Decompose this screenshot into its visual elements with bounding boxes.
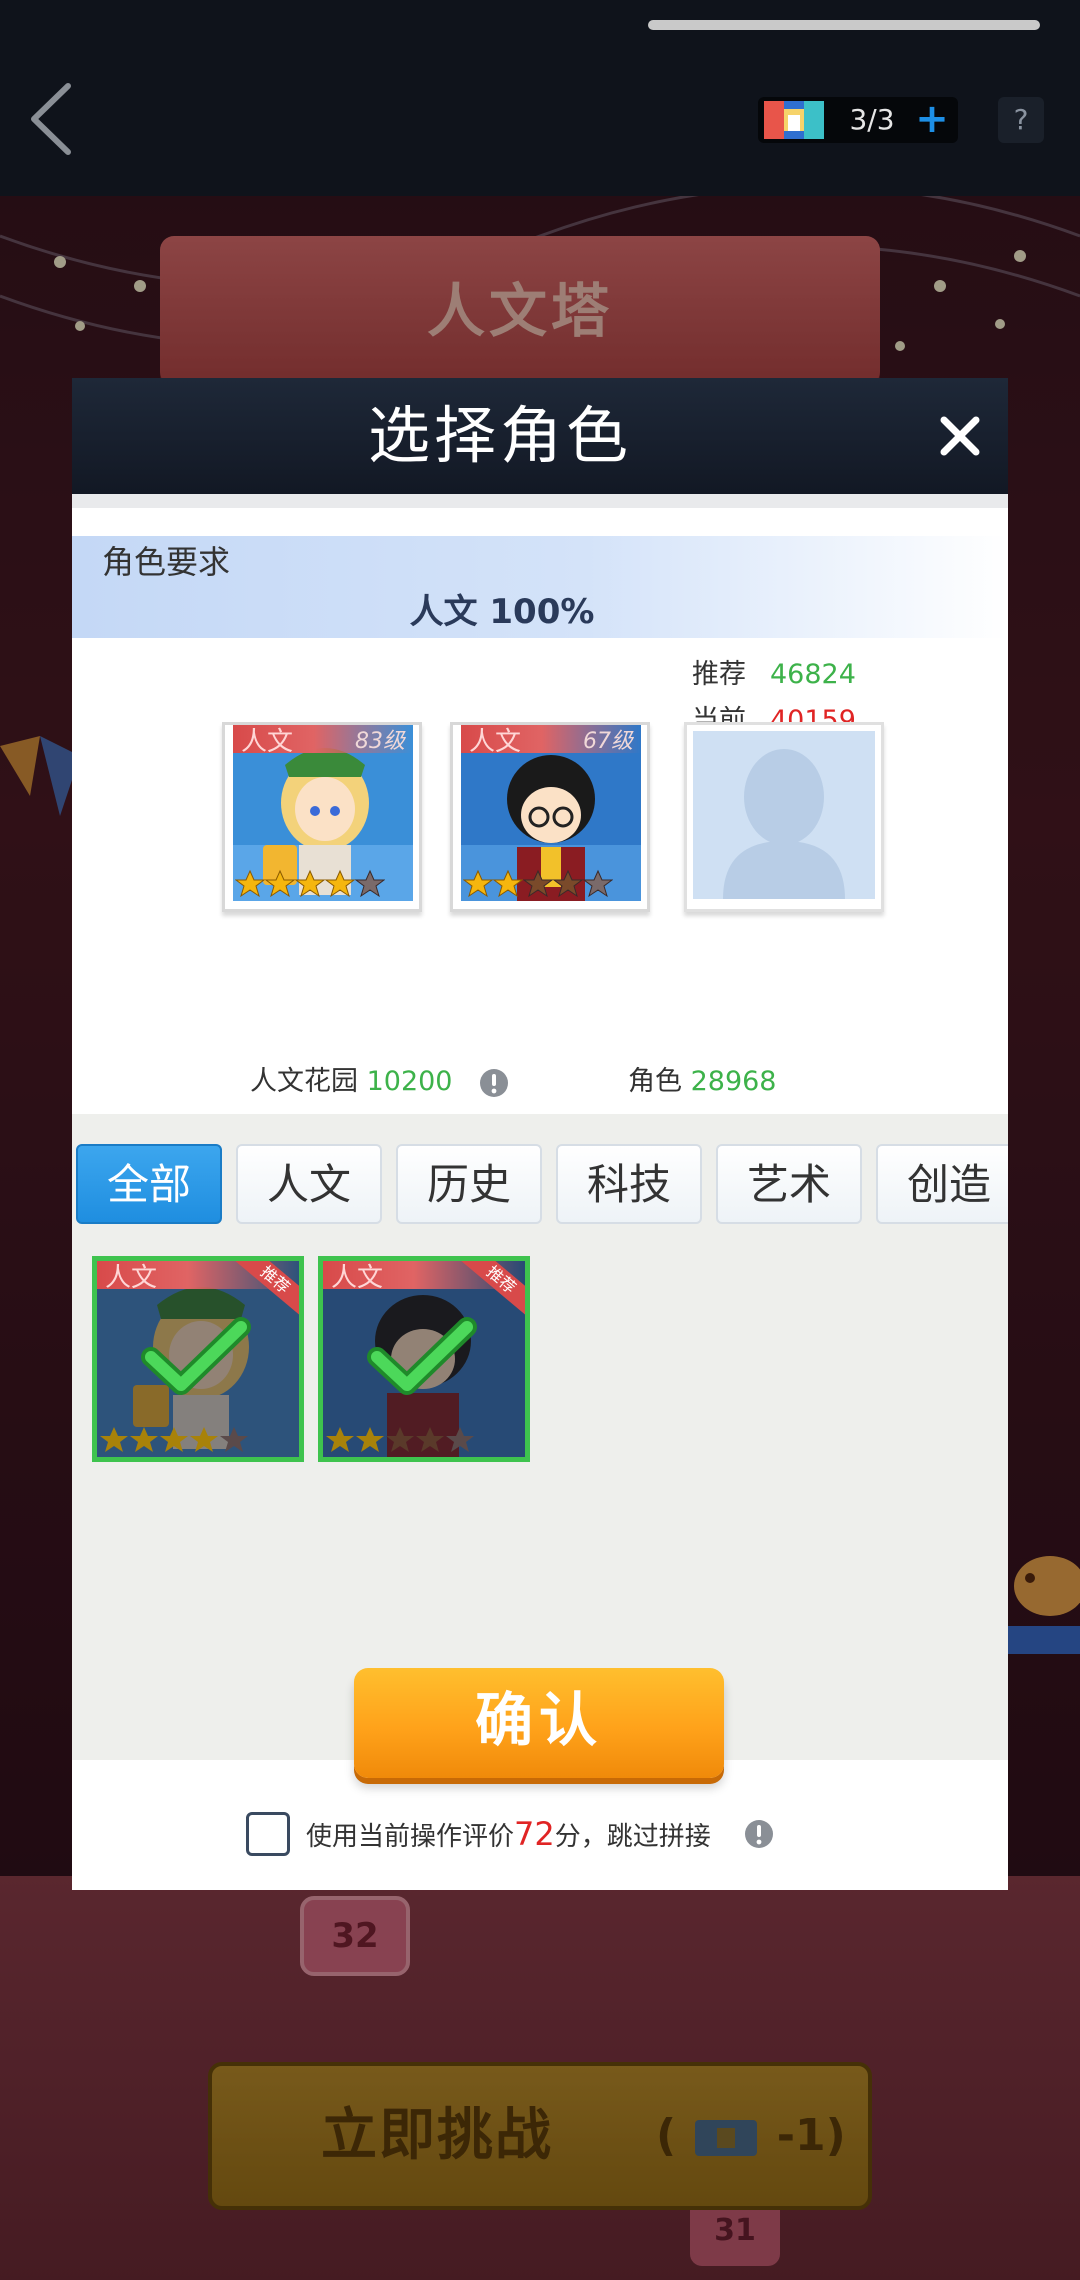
star-icon (356, 1427, 384, 1452)
star-rating (325, 1425, 475, 1455)
star-icon (130, 1427, 158, 1452)
pool-character-card-2[interactable]: 人文 推荐 (318, 1256, 530, 1462)
attribute-tag-text: 人文 (331, 1263, 384, 1293)
home-indicator (648, 20, 1040, 30)
garden-value: 10200 (366, 1066, 453, 1097)
confirm-button[interactable]: 确认 (354, 1668, 724, 1778)
role-label: 角色 (628, 1066, 682, 1097)
dialog-title: 选择角色 (367, 399, 632, 472)
tab-all[interactable]: 全部 (76, 1144, 222, 1224)
attribute-tag-text: 人文 (105, 1263, 158, 1293)
close-button[interactable] (924, 400, 996, 472)
checkmark-icon (367, 1317, 477, 1395)
star-icon (220, 1427, 248, 1452)
recommended-value: 46824 (770, 659, 856, 690)
close-icon (940, 416, 980, 456)
star-icon (235, 869, 265, 898)
character-level: 83级 (355, 729, 405, 754)
back-button[interactable] (12, 74, 102, 164)
checkmark-icon (141, 1317, 251, 1395)
attribute-tag-text: 人文 (469, 727, 522, 757)
empty-slot-background (693, 731, 875, 899)
selected-slot-1[interactable]: 人文 83级 (222, 722, 422, 912)
character-portrait: 人文 83级 (233, 725, 413, 901)
star-icon (583, 869, 613, 898)
help-button[interactable]: ? (998, 97, 1044, 143)
tab-art[interactable]: 艺术 (716, 1144, 862, 1224)
star-icon (416, 1427, 444, 1452)
attribute-tag: 人文 67级 (461, 725, 641, 757)
tab-creation[interactable]: 创造 (876, 1144, 1008, 1224)
ticket-icon (764, 101, 824, 139)
skip-suffix: 分，跳过拼接 (554, 1822, 711, 1852)
requirement-banner: 角色要求 人文 100% (72, 536, 1008, 638)
star-icon (326, 1427, 354, 1452)
divider (72, 494, 1008, 508)
add-ticket-button[interactable]: + (906, 97, 958, 143)
star-icon (295, 869, 325, 898)
requirement-value: 人文 100% (409, 592, 595, 632)
skip-assembly-option: 使用当前操作评价72分，跳过拼接 (246, 1810, 806, 1858)
star-rating (463, 869, 613, 899)
select-character-dialog: 选择角色 角色要求 人文 100% 推荐 46824 当前 40159 人文 8… (72, 378, 1008, 1890)
attribute-tag: 人文 83级 (233, 725, 413, 757)
star-icon (553, 869, 583, 898)
skip-prefix: 使用当前操作评价 (306, 1822, 515, 1852)
star-icon (523, 869, 553, 898)
star-icon (190, 1427, 218, 1452)
role-power: 角色 28968 (628, 1060, 777, 1104)
dialog-body: 角色要求 人文 100% 推荐 46824 当前 40159 人文 83级 人文… (72, 494, 1008, 1890)
star-icon (265, 869, 295, 898)
info-icon[interactable] (479, 1068, 509, 1098)
star-icon (100, 1427, 128, 1452)
character-level: 67级 (583, 729, 633, 754)
garden-label: 人文花园 (250, 1066, 358, 1097)
skip-text: 使用当前操作评价72分，跳过拼接 (306, 1810, 711, 1858)
top-bar: 3/3 + ? (0, 0, 1080, 196)
back-arrow-icon (31, 83, 71, 155)
garden-bonus: 人文花园 10200 (250, 1060, 509, 1104)
character-pool: 全部 人文 历史 科技 艺术 创造 人文 推荐 人文 推荐 (72, 1114, 1008, 1760)
skip-checkbox[interactable] (246, 1812, 290, 1856)
ticket-count: 3/3 (849, 103, 895, 136)
recommended-power: 推荐 46824 (692, 652, 912, 698)
tab-technology[interactable]: 科技 (556, 1144, 702, 1224)
dialog-header: 选择角色 (72, 378, 1008, 494)
star-icon (386, 1427, 414, 1452)
silhouette-icon (723, 749, 845, 899)
character-portrait: 人文 67级 (461, 725, 641, 901)
info-icon[interactable] (744, 1819, 774, 1849)
ticket-counter: 3/3 + (758, 97, 958, 143)
requirement-label: 角色要求 (102, 543, 231, 581)
role-value: 28968 (690, 1066, 777, 1097)
pool-character-card-1[interactable]: 人文 推荐 (92, 1256, 304, 1462)
tab-history[interactable]: 历史 (396, 1144, 542, 1224)
empty-slot-3[interactable] (684, 722, 884, 912)
skip-score: 72 (514, 1815, 555, 1853)
star-icon (160, 1427, 188, 1452)
star-rating (99, 1425, 249, 1455)
recommended-label: 推荐 (692, 659, 746, 690)
star-icon (355, 869, 385, 898)
filter-tabs: 全部 人文 历史 科技 艺术 创造 (72, 1114, 1008, 1244)
star-rating (235, 869, 385, 899)
star-icon (493, 869, 523, 898)
attribute-tag-text: 人文 (241, 727, 294, 757)
star-icon (446, 1427, 474, 1452)
tab-humanities[interactable]: 人文 (236, 1144, 382, 1224)
star-icon (325, 869, 355, 898)
star-icon (463, 869, 493, 898)
selected-slot-2[interactable]: 人文 67级 (450, 722, 650, 912)
